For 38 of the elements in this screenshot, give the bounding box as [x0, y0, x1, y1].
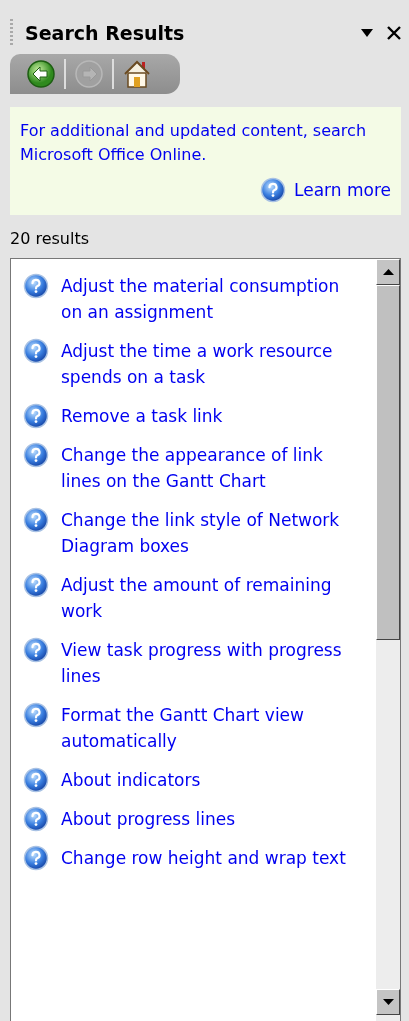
scroll-thumb[interactable]	[376, 285, 400, 640]
house-icon	[122, 59, 152, 89]
back-button[interactable]	[26, 59, 56, 89]
help-icon	[23, 845, 49, 871]
help-icon	[23, 637, 49, 663]
scroll-up-button[interactable]	[376, 259, 400, 285]
result-link[interactable]: Change row height and wrap text	[61, 845, 357, 871]
help-icon	[23, 273, 49, 299]
result-link[interactable]: About indicators	[61, 767, 357, 793]
notice-text: For additional and updated content, search Microsoft Office Online.	[20, 120, 367, 166]
home-button[interactable]	[122, 59, 152, 89]
scroll-down-button[interactable]	[376, 989, 400, 1015]
result-count: 20 results	[10, 229, 91, 248]
help-icon	[23, 338, 49, 364]
down-arrow-icon	[382, 999, 394, 1005]
result-link[interactable]: Format the Gantt Chart view automatically	[61, 702, 357, 754]
up-arrow-icon	[382, 269, 394, 275]
help-icon	[260, 177, 287, 203]
scrollbar[interactable]	[376, 259, 400, 1021]
result-link[interactable]: About progress lines	[61, 806, 357, 832]
help-icon	[23, 507, 49, 533]
help-icon	[23, 702, 49, 728]
result-link[interactable]: Adjust the amount of remaining work	[61, 572, 357, 624]
result-link[interactable]: Change the link style of Network Diagram boxes	[61, 507, 357, 559]
result-link[interactable]: Adjust the material consumption on an assignment	[61, 273, 357, 325]
help-icon	[23, 767, 49, 793]
help-icon	[23, 403, 49, 429]
help-icon	[23, 442, 49, 468]
result-link[interactable]: View task progress with progress lines	[61, 637, 357, 689]
close-icon[interactable]	[387, 26, 401, 40]
dropdown-arrow-icon[interactable]	[361, 29, 373, 37]
result-link[interactable]: Adjust the time a work resource spends on a task	[61, 338, 357, 390]
help-icon	[23, 806, 49, 832]
result-link[interactable]: Remove a task link	[61, 403, 357, 429]
pane-title: Search Results	[25, 22, 186, 44]
result-link[interactable]: Change the appearance of link lines on the Gantt Chart	[61, 442, 357, 494]
help-icon	[23, 572, 49, 598]
learn-more-link[interactable]: Learn more	[294, 178, 391, 202]
